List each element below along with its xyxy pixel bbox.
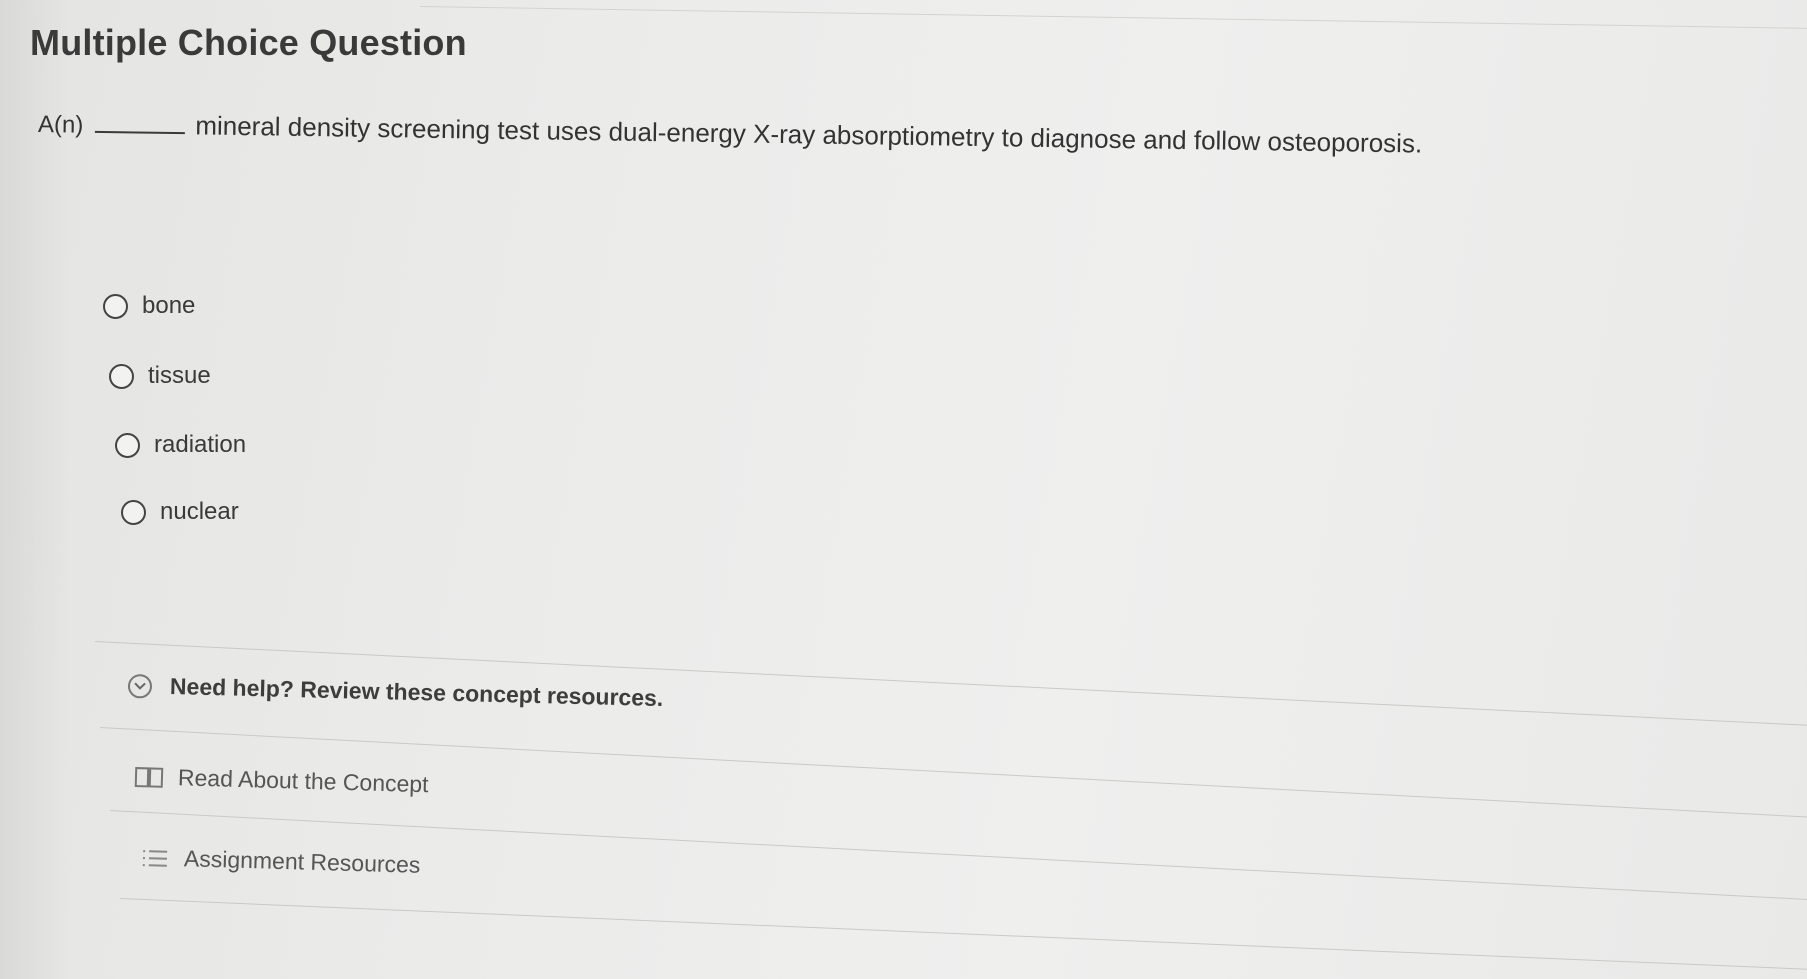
option-label: bone — [142, 292, 196, 319]
option-radiation[interactable]: radiation — [115, 431, 246, 459]
option-label: nuclear — [160, 498, 239, 525]
option-bone[interactable]: bone — [103, 292, 195, 320]
question-page: Multiple Choice Question A(n) mineral den… — [0, 0, 1807, 979]
bottom-divider — [119, 898, 1807, 970]
help-toggle[interactable]: Need help? Review these concept resource… — [127, 672, 664, 712]
option-label: tissue — [148, 362, 211, 389]
option-nuclear[interactable]: nuclear — [121, 498, 239, 526]
left-shadow — [0, 0, 70, 979]
question-prompt: A(n) mineral density screening test uses … — [38, 108, 1423, 160]
assignment-resources-link[interactable]: Assignment Resources — [140, 844, 421, 879]
list-icon — [140, 847, 171, 870]
chevron-down-circle-icon[interactable] — [127, 673, 153, 699]
resource-label: Read About the Concept — [177, 764, 429, 798]
fill-in-blank — [95, 130, 186, 135]
radio-button[interactable] — [103, 293, 128, 319]
resource-label: Assignment Resources — [183, 845, 421, 878]
prompt-text: mineral density screening test uses dual… — [195, 110, 1423, 159]
option-tissue[interactable]: tissue — [109, 362, 211, 390]
option-label: radiation — [154, 431, 247, 458]
prompt-prefix: A(n) — [37, 111, 84, 139]
radio-button[interactable] — [121, 499, 146, 525]
read-about-concept-link[interactable]: Read About the Concept — [134, 763, 429, 798]
help-text: Need help? Review these concept resource… — [169, 673, 664, 712]
radio-button[interactable] — [115, 432, 140, 458]
radio-button[interactable] — [109, 363, 134, 389]
top-divider — [419, 6, 1807, 29]
book-icon — [134, 765, 165, 790]
question-title: Multiple Choice Question — [30, 22, 467, 63]
